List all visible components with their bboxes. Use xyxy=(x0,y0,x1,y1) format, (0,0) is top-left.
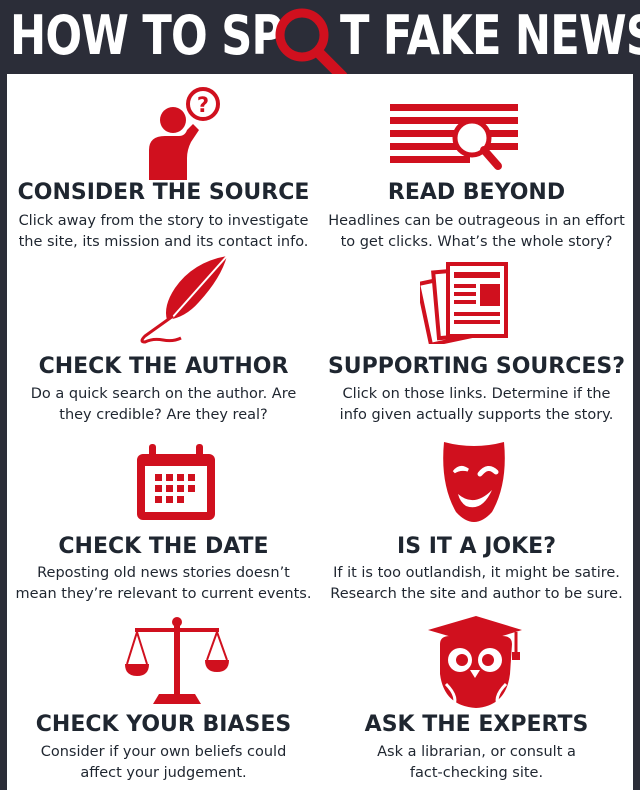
tip-check-date: CHECK THE DATE Reposting old news storie… xyxy=(7,434,320,606)
calendar-icon xyxy=(137,444,215,520)
tip-consider-source: ? CONSIDER THE SOURCE Click away from th… xyxy=(7,74,320,254)
tip-heading: SUPPORTING SOURCES? xyxy=(327,354,626,379)
title-part-1: HOW TO SP xyxy=(10,4,283,67)
tip-text-line-1: Do a quick search on the author. Are xyxy=(30,386,297,402)
tip-heading: CONSIDER THE SOURCE xyxy=(17,180,310,205)
tips-panel: ? CONSIDER THE SOURCE Click away from th… xyxy=(7,74,633,790)
tip-heading: ASK THE EXPERTS xyxy=(364,712,589,737)
tip-text-line-1: If it is too outlandish, it might be sat… xyxy=(333,565,620,581)
tip-text-line-1: Ask a librarian, or consult a xyxy=(377,744,576,760)
thinking-person-icon: ? xyxy=(149,87,220,180)
tip-text-line-2: info given actually supports the story. xyxy=(339,407,614,423)
header: HOW TO SP T FAKE NEWS xyxy=(0,0,640,82)
tip-text-line-2: Research the site and author to be sure. xyxy=(330,586,623,602)
title-part-2: T FAKE NEWS xyxy=(340,4,640,67)
tip-text-line-1: Click on those links. Determine if the xyxy=(342,386,611,402)
tip-text-line-1: Headlines can be outrageous in an effort xyxy=(328,213,625,229)
tip-text-line-2: the site, its mission and its contact in… xyxy=(18,234,309,250)
tip-supporting-sources: SUPPORTING SOURCES? Click on those links… xyxy=(320,254,633,424)
tip-text-line-2: they credible? Are they real? xyxy=(59,407,268,423)
tip-text-line-1: Click away from the story to investigate xyxy=(18,213,309,229)
documents-icon xyxy=(420,262,508,344)
infographic: HOW TO SP T FAKE NEWS ? CONSIDER THE SOU… xyxy=(0,0,640,790)
tip-text-line-2: to get clicks. What’s the whole story? xyxy=(340,234,613,250)
graduate-owl-icon xyxy=(428,616,522,709)
tip-heading: CHECK THE AUTHOR xyxy=(38,354,289,379)
tip-text-line-1: Consider if your own beliefs could xyxy=(40,744,287,760)
magnified-text-icon xyxy=(390,104,518,170)
tip-text-line-2: fact-checking site. xyxy=(409,765,544,781)
tip-text-line-2: mean they’re relevant to current events. xyxy=(15,586,312,602)
tip-check-author: CHECK THE AUTHOR Do a quick search on th… xyxy=(7,254,320,424)
tip-heading: READ BEYOND xyxy=(387,180,566,205)
tip-ask-experts: ASK THE EXPERTS Ask a librarian, or cons… xyxy=(320,614,633,790)
tip-heading: CHECK THE DATE xyxy=(58,534,269,559)
balance-scale-icon xyxy=(125,617,229,704)
tip-text-line-1: Reposting old news stories doesn’t xyxy=(37,565,290,581)
tip-is-it-a-joke: IS IT A JOKE? If it is too outlandish, i… xyxy=(320,434,633,606)
quill-pen-icon xyxy=(140,255,228,344)
tip-heading: IS IT A JOKE? xyxy=(397,534,556,559)
winking-mask-icon xyxy=(443,442,505,522)
tip-read-beyond: READ BEYOND Headlines can be outrageous … xyxy=(320,74,633,254)
tip-check-biases: CHECK YOUR BIASES Consider if your own b… xyxy=(7,614,320,790)
tip-heading: CHECK YOUR BIASES xyxy=(35,712,292,737)
svg-text:?: ? xyxy=(197,93,209,117)
tip-text-line-2: affect your judgement. xyxy=(80,765,247,781)
